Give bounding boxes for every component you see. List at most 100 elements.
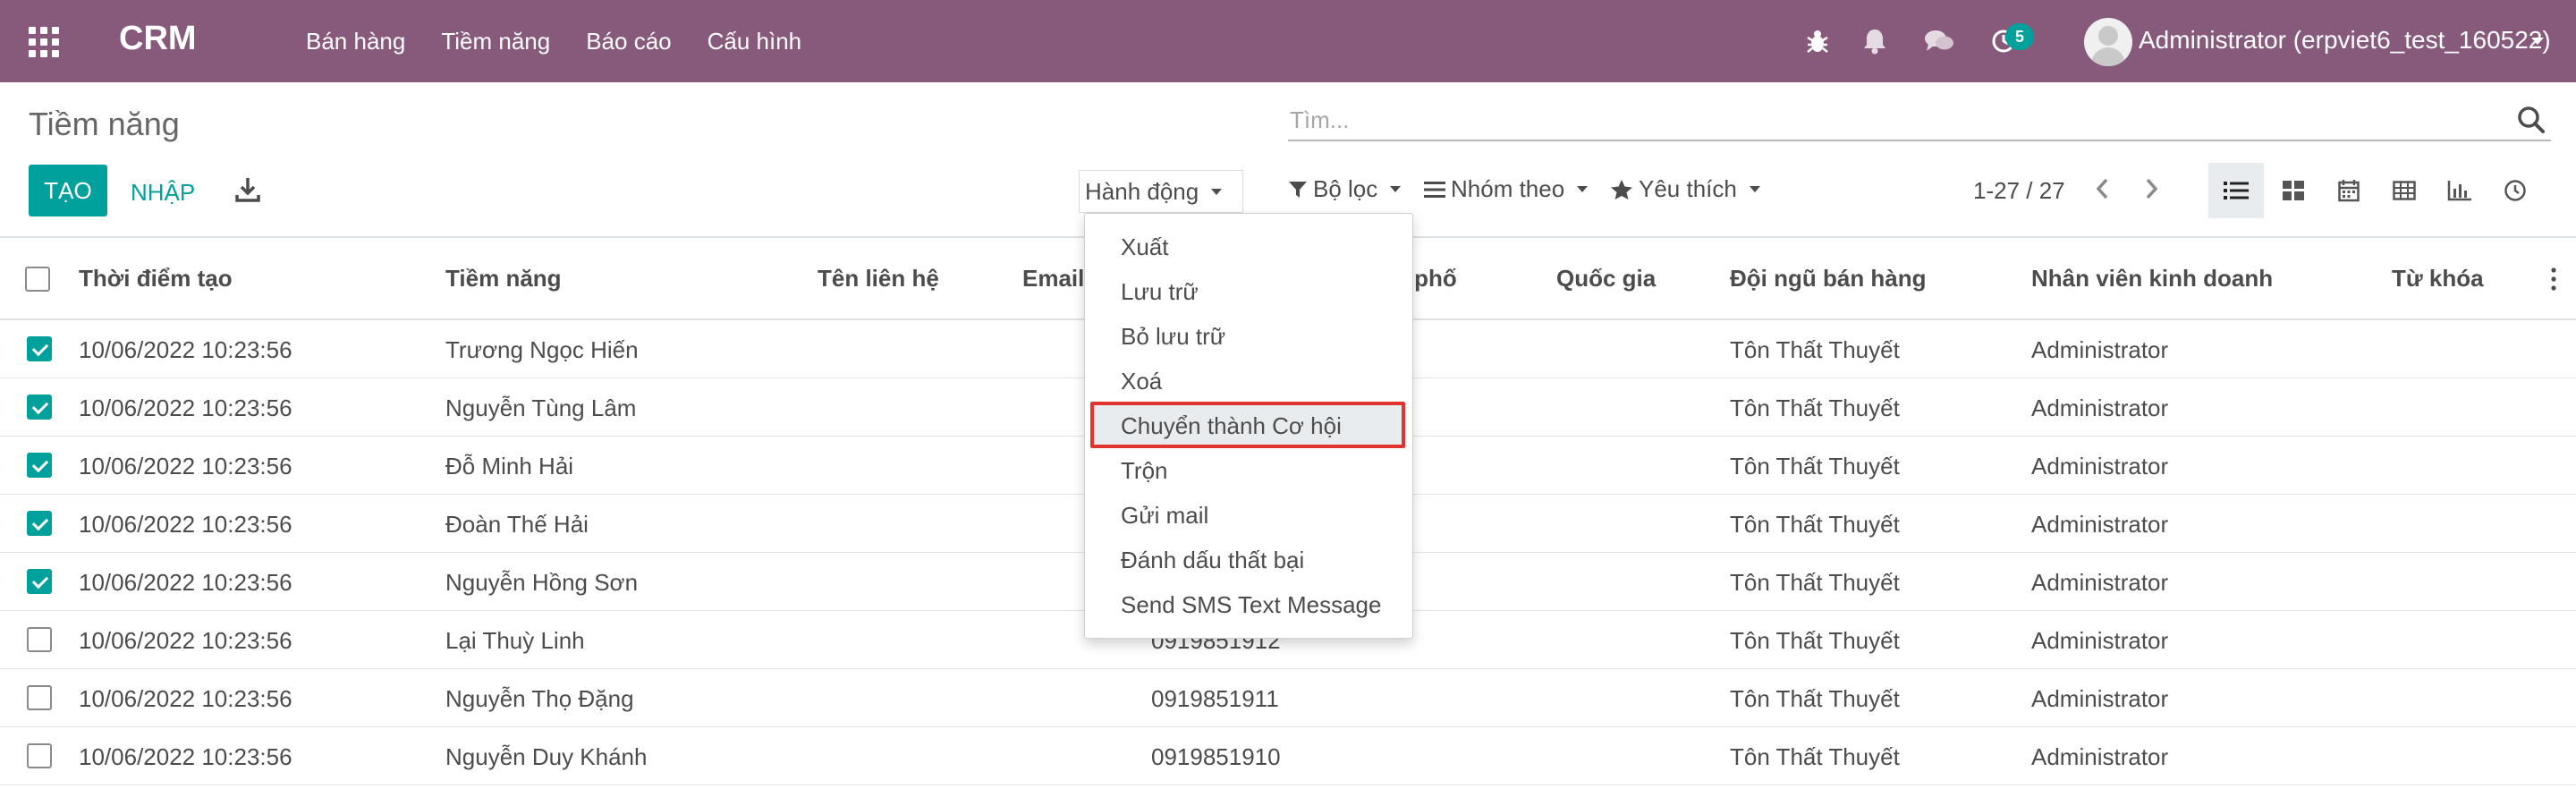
pager-next-icon[interactable] [2138,174,2165,204]
cell-salesperson: Administrator [2031,453,2169,479]
cell-created: 10/06/2022 10:23:56 [79,453,292,479]
action-dropdown-menu: Xuất Lưu trữ Bỏ lưu trữ Xoá Chuyển thành… [1084,213,1413,639]
menu-item-send-mail[interactable]: Gửi mail [1121,502,1208,530]
activity-view-icon[interactable] [2487,163,2543,218]
cell-sales-team: Tôn Thất Thuyết [1730,685,1900,712]
chevron-down-icon [1211,188,1223,195]
pager-previous-icon[interactable] [2089,174,2116,204]
cell-salesperson: Administrator [2031,569,2169,596]
cell-salesperson: Administrator [2031,336,2169,363]
column-header-created[interactable]: Thời điểm tạo [79,265,233,293]
list-view-icon[interactable] [2208,163,2264,218]
cell-lead: Đỗ Minh Hải [445,453,574,479]
user-menu-caret-icon[interactable] [2531,38,2544,45]
menu-item-delete[interactable]: Xoá [1121,368,1162,395]
cell-lead: Đoàn Thế Hải [445,511,589,538]
cell-sales-team: Tôn Thất Thuyết [1730,336,1900,363]
star-icon [1611,179,1632,199]
cell-salesperson: Administrator [2031,394,2169,421]
cell-sales-team: Tôn Thất Thuyết [1730,743,1900,770]
menu-item-sales[interactable]: Bán hàng [306,28,405,55]
cell-salesperson: Administrator [2031,743,2169,770]
graph-view-icon[interactable] [2432,163,2487,218]
row-checkbox[interactable] [27,743,52,768]
table-row[interactable]: 10/06/2022 10:23:56 Nguyễn Thọ Đặng 0919… [0,669,2576,727]
bell-icon[interactable] [1857,23,1893,59]
row-checkbox[interactable] [27,685,52,710]
cell-sales-team: Tôn Thất Thuyết [1730,511,1900,538]
cell-phone: 0919851911 [1151,685,1279,712]
cell-lead: Nguyễn Tùng Lâm [445,394,637,421]
column-header-salesperson[interactable]: Nhân viên kinh doanh [2031,265,2273,293]
app-brand[interactable]: CRM [119,20,197,58]
filter-button[interactable]: Bộ lọc [1288,175,1402,203]
cell-created: 10/06/2022 10:23:56 [79,511,292,538]
search-icon[interactable] [2515,104,2547,136]
pager-value[interactable]: 1-27 / 27 [1973,177,2065,205]
cell-lead: Nguyễn Thọ Đặng [445,685,634,712]
row-checkbox[interactable] [27,511,52,536]
menu-item-reports[interactable]: Báo cáo [586,28,671,55]
download-icon[interactable] [234,175,261,204]
kanban-view-icon[interactable] [2266,163,2321,218]
cell-salesperson: Administrator [2031,511,2169,538]
cell-created: 10/06/2022 10:23:56 [79,336,292,363]
menu-item-mark-lost[interactable]: Đánh dấu thất bại [1121,547,1304,574]
chevron-down-icon [1577,186,1589,192]
column-options-icon[interactable] [2549,265,2558,293]
page-title: Tiềm năng [29,106,180,142]
action-menu-toggle[interactable]: Hành động [1079,170,1243,213]
row-checkbox[interactable] [27,627,52,652]
row-checkbox[interactable] [27,453,52,478]
chat-icon[interactable] [1921,23,1957,59]
menu-item-convert-to-opportunity[interactable]: Chuyển thành Cơ hội [1121,412,1342,440]
menu-item-leads[interactable]: Tiềm năng [441,28,550,55]
import-button[interactable]: NHẬP [131,179,195,207]
avatar[interactable] [2084,18,2132,66]
cell-created: 10/06/2022 10:23:56 [79,743,292,770]
filter-label: Bộ lọc [1313,175,1378,202]
activity-count-badge: 5 [2005,23,2034,50]
column-header-email[interactable]: Email [1022,265,1084,293]
debug-bug-icon[interactable] [1800,23,1835,59]
cell-phone: 0919851910 [1151,743,1281,770]
row-checkbox[interactable] [27,336,52,361]
menu-item-unarchive[interactable]: Bỏ lưu trữ [1121,323,1225,351]
calendar-view-icon[interactable] [2321,163,2377,218]
column-header-country[interactable]: Quốc gia [1556,265,1656,293]
group-by-label: Nhóm theo [1451,175,1565,202]
cell-lead: Lại Thuỳ Linh [445,627,585,654]
row-checkbox[interactable] [27,569,52,594]
pivot-view-icon[interactable] [2377,163,2432,218]
search-input[interactable] [1288,104,2504,136]
column-header-sales-team[interactable]: Đội ngũ bán hàng [1730,265,1927,293]
group-by-button[interactable]: Nhóm theo [1424,175,1589,203]
cell-lead: Trương Ngọc Hiến [445,336,639,363]
row-checkbox[interactable] [27,394,52,420]
menu-item-send-sms[interactable]: Send SMS Text Message [1121,591,1381,619]
table-row[interactable]: 10/06/2022 10:23:56 Nguyễn Duy Khánh 091… [0,727,2576,785]
user-menu-name[interactable]: Administrator (erpviet6_test_160522) [2139,26,2551,55]
menu-item-merge[interactable]: Trộn [1121,457,1168,485]
select-all-checkbox[interactable] [25,267,50,292]
filter-funnel-icon [1289,181,1307,198]
group-by-bars-icon [1424,181,1445,198]
menu-item-export[interactable]: Xuất [1121,233,1169,261]
menu-item-archive[interactable]: Lưu trữ [1121,278,1199,306]
column-header-contact-name[interactable]: Tên liên hệ [818,265,939,293]
top-navbar: CRM Bán hàng Tiềm năng Báo cáo Cấu hình … [0,0,2576,82]
chevron-down-icon [1749,186,1760,192]
create-button[interactable]: TẠO [29,165,107,216]
apps-menu-icon[interactable] [29,27,59,57]
cell-sales-team: Tôn Thất Thuyết [1730,627,1900,654]
favorites-button[interactable]: Yêu thích [1610,175,1760,203]
cell-salesperson: Administrator [2031,627,2169,654]
cell-sales-team: Tôn Thất Thuyết [1730,569,1900,596]
cell-created: 10/06/2022 10:23:56 [79,627,292,654]
action-menu-label: Hành động [1085,177,1199,205]
cell-sales-team: Tôn Thất Thuyết [1730,394,1900,421]
column-header-tags[interactable]: Từ khóa [2392,265,2484,293]
menu-item-configuration[interactable]: Cấu hình [708,28,802,55]
favorites-label: Yêu thích [1639,175,1737,202]
column-header-lead[interactable]: Tiềm năng [445,265,562,293]
